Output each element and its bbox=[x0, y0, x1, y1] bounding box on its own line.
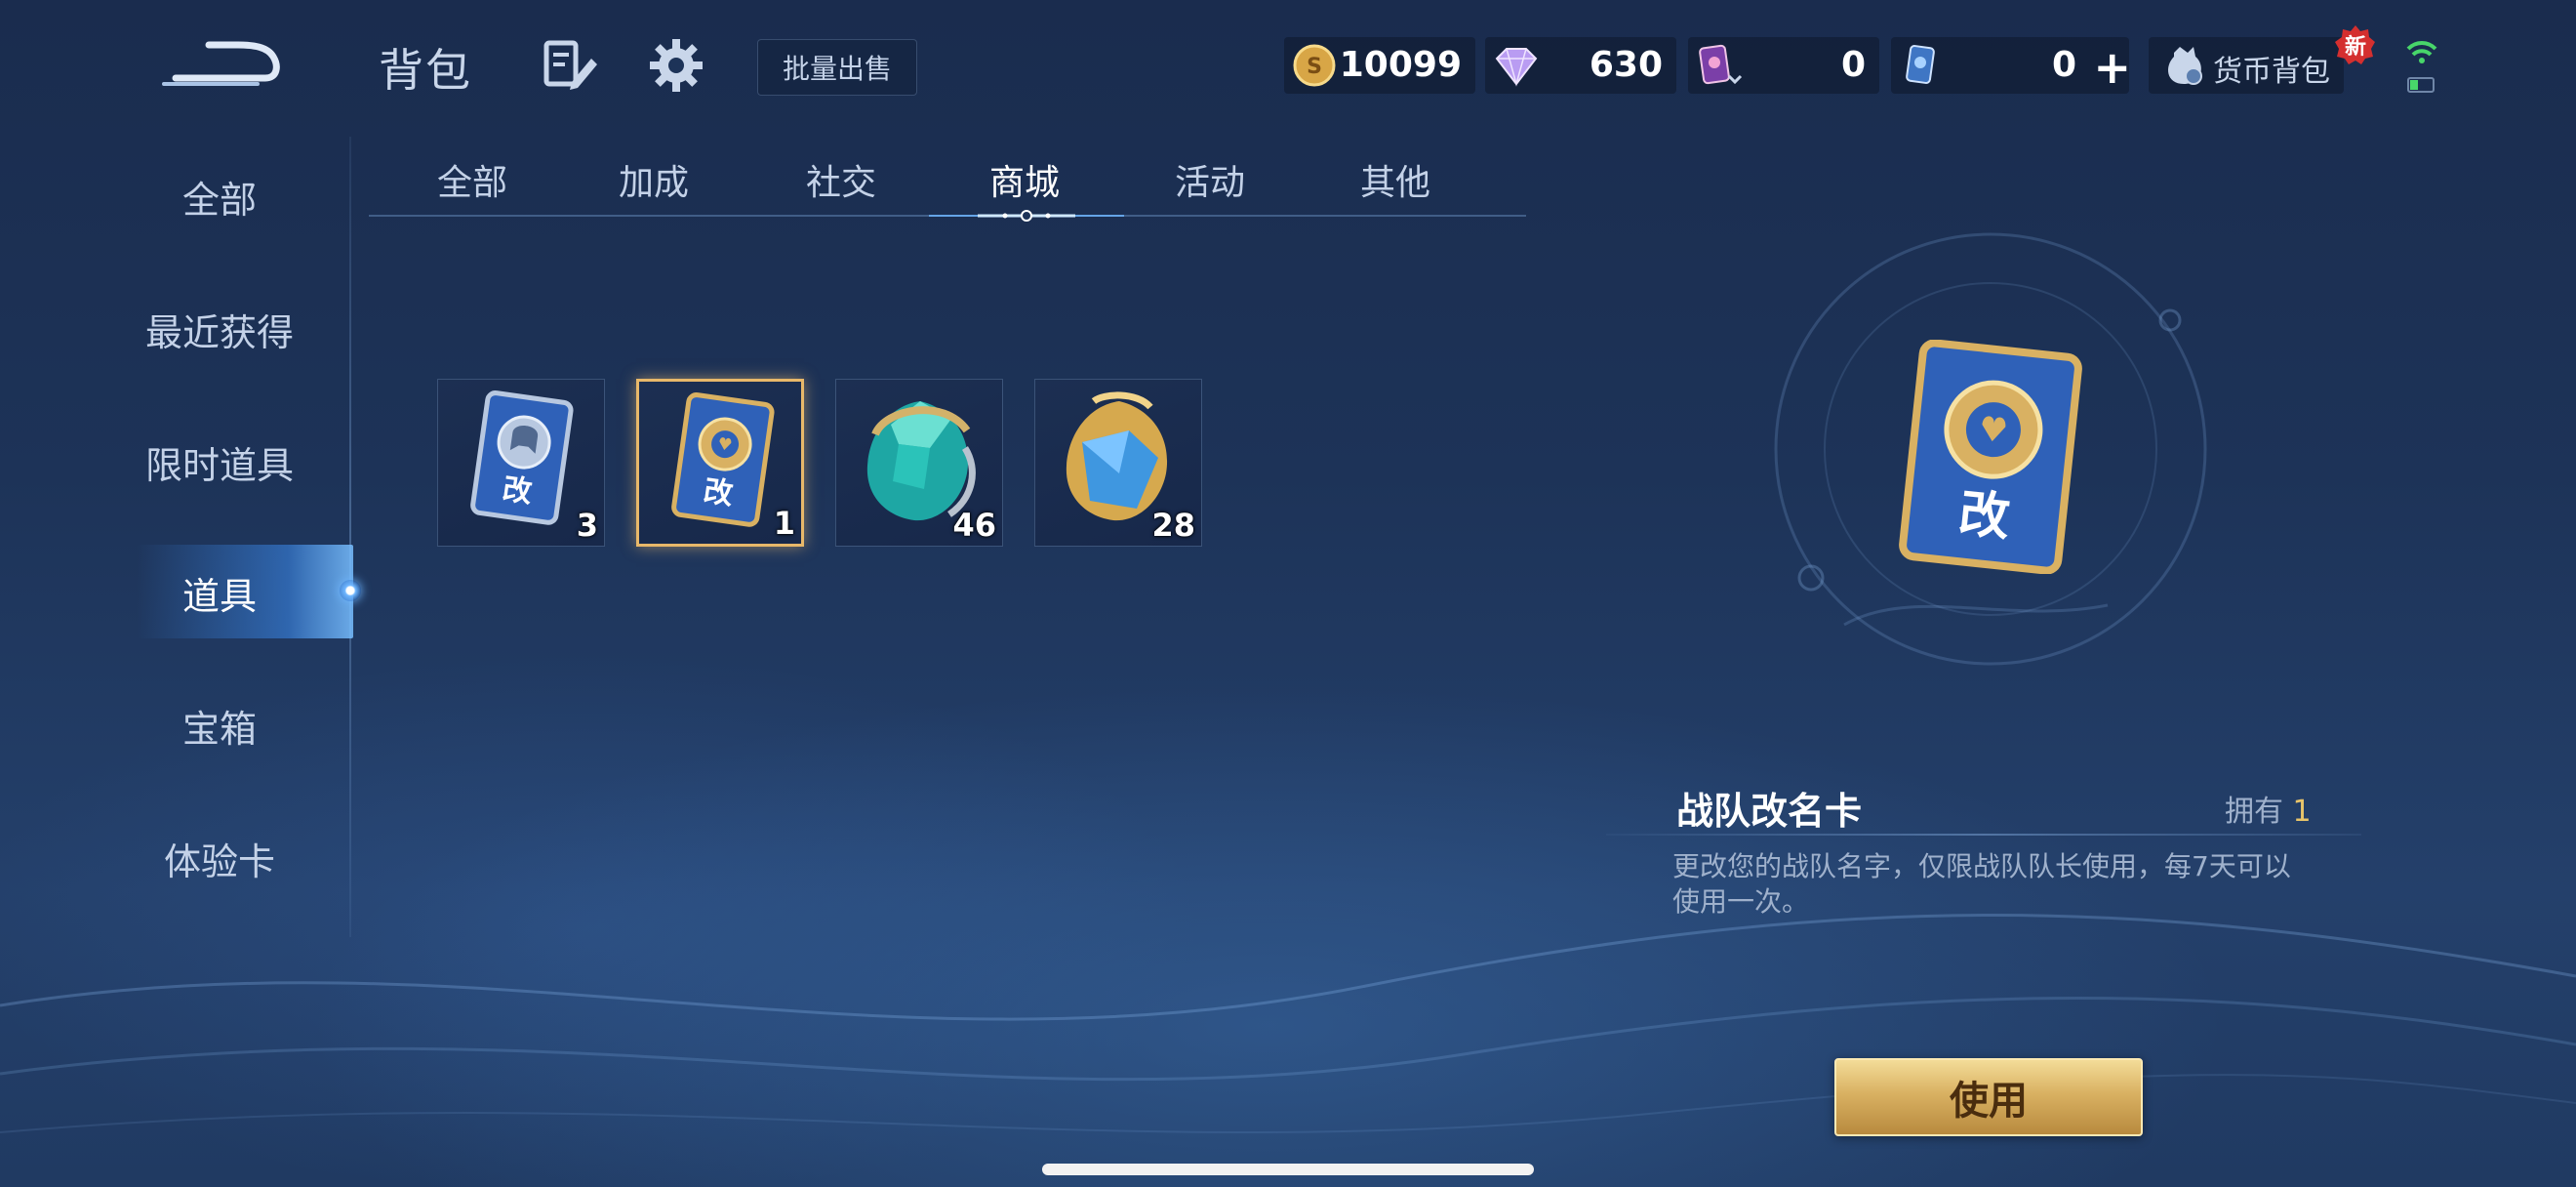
item-count: 3 bbox=[576, 507, 598, 544]
item-name: 战队改名卡 bbox=[1676, 790, 1863, 833]
sidebar-item-trial-cards[interactable]: 体验卡 bbox=[98, 824, 342, 892]
tab-events[interactable]: 活动 bbox=[1132, 152, 1288, 207]
money-bag-icon bbox=[2168, 47, 2202, 85]
sidebar-item-limited[interactable]: 限时道具 bbox=[98, 428, 342, 496]
svg-text:S: S bbox=[1307, 55, 1322, 79]
new-badge: 新 bbox=[2334, 23, 2377, 66]
gear-icon[interactable] bbox=[648, 37, 704, 94]
item-slot[interactable]: 改 3 bbox=[437, 379, 605, 547]
sidebar-divider bbox=[349, 137, 351, 937]
wifi-battery-status-icon bbox=[2406, 41, 2437, 93]
tab-other[interactable]: 其他 bbox=[1317, 152, 1473, 207]
home-indicator[interactable] bbox=[1042, 1164, 1534, 1175]
coin-value: 10099 bbox=[1339, 45, 1462, 85]
card-ticket-icon bbox=[1699, 44, 1743, 85]
blue-card-ticket-icon bbox=[1906, 45, 1935, 84]
currency-wallet-button[interactable]: 货币背包 bbox=[2149, 37, 2344, 94]
item-slot-selected[interactable]: 改 1 bbox=[636, 379, 804, 547]
card-char: 改 bbox=[702, 474, 736, 512]
card-ticket-b-value: 0 bbox=[2051, 45, 2076, 85]
gold-coin-icon: S bbox=[1293, 44, 1336, 87]
diamond-icon bbox=[1495, 48, 1538, 87]
use-button[interactable]: 使用 bbox=[1834, 1058, 2143, 1136]
coin-balance: S 10099 bbox=[1284, 37, 1475, 94]
add-currency-plus-icon[interactable]: + bbox=[2093, 41, 2131, 94]
diamond-value: 630 bbox=[1589, 45, 1663, 85]
edit-icon[interactable] bbox=[543, 37, 599, 94]
active-tab-indicator bbox=[929, 210, 1124, 222]
tab-all[interactable]: 全部 bbox=[394, 152, 550, 207]
tab-social[interactable]: 社交 bbox=[763, 152, 919, 207]
selected-item-large-card-icon: 改 bbox=[1899, 340, 2082, 574]
tab-bonus[interactable]: 加成 bbox=[576, 152, 732, 207]
back-arrow-icon[interactable] bbox=[156, 27, 283, 96]
bulk-sell-button[interactable]: 批量出售 bbox=[757, 39, 917, 96]
card-char: 改 bbox=[501, 472, 535, 511]
new-badge-text: 新 bbox=[2344, 35, 2366, 60]
owned-count: 拥有 1 bbox=[2225, 787, 2312, 830]
diamond-balance: 630 bbox=[1485, 37, 1676, 94]
card-char: 改 bbox=[1956, 484, 2013, 548]
sidebar-active-dot bbox=[340, 580, 361, 601]
wallet-label: 货币背包 bbox=[2213, 55, 2330, 89]
sidebar-item-recent[interactable]: 最近获得 bbox=[98, 295, 342, 363]
detail-divider bbox=[1606, 834, 2361, 836]
item-slot[interactable]: 28 bbox=[1034, 379, 1202, 547]
item-slot[interactable]: 46 bbox=[835, 379, 1003, 547]
sidebar-item-props[interactable]: 道具 bbox=[98, 558, 342, 627]
item-description: 更改您的战队名字，仅限战队队长使用，每7天可以使用一次。 bbox=[1672, 850, 2291, 918]
card-ticket-b-balance[interactable]: 0 + bbox=[1891, 37, 2131, 94]
own-label: 拥有 bbox=[2225, 795, 2283, 829]
own-number: 1 bbox=[2292, 795, 2312, 829]
tab-shop[interactable]: 商城 bbox=[946, 152, 1103, 207]
item-count: 1 bbox=[773, 505, 795, 542]
page-title: 背包 bbox=[379, 44, 472, 97]
sidebar-item-chests[interactable]: 宝箱 bbox=[98, 691, 342, 759]
item-count: 28 bbox=[1151, 507, 1195, 544]
card-ticket-a-value: 0 bbox=[1840, 45, 1866, 85]
sidebar-item-all[interactable]: 全部 bbox=[98, 162, 342, 230]
card-ticket-a-balance[interactable]: 0 bbox=[1688, 37, 1879, 94]
item-count: 46 bbox=[952, 507, 996, 544]
